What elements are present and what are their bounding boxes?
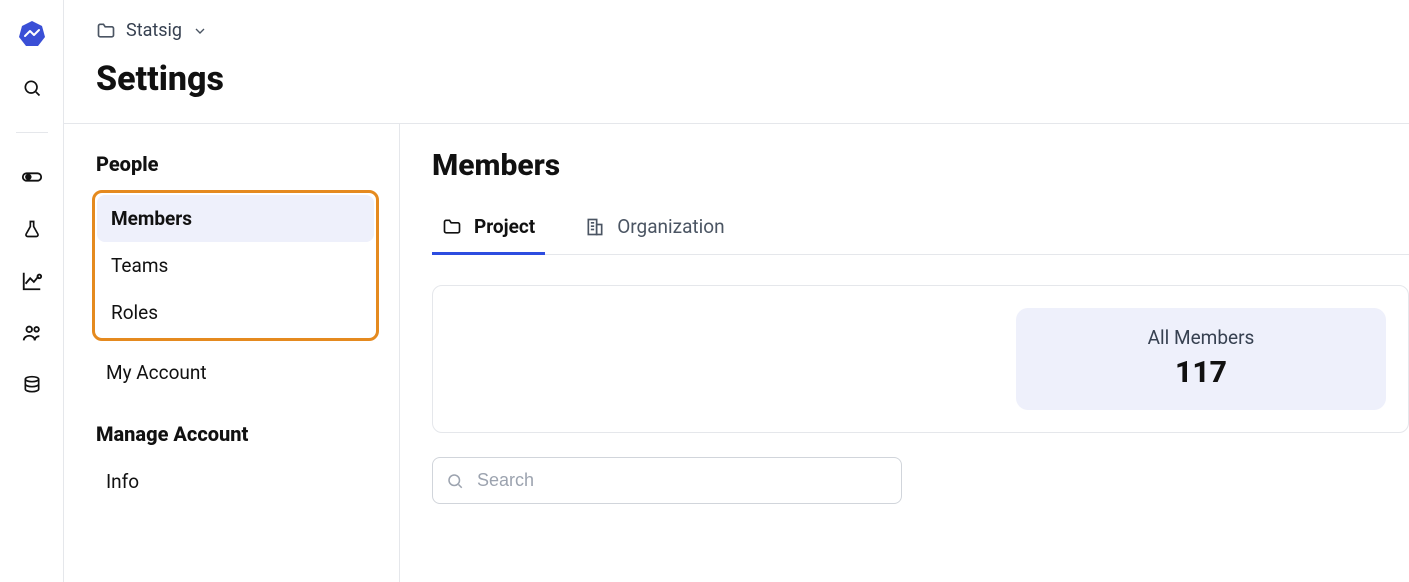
flask-icon[interactable] <box>20 217 44 241</box>
toggle-icon[interactable] <box>20 165 44 189</box>
tabs: Project Organization <box>432 207 1409 255</box>
breadcrumb[interactable]: Statsig <box>96 20 1377 41</box>
highlight-box: Members Teams Roles <box>92 190 379 341</box>
search-icon[interactable] <box>20 76 44 100</box>
page-title: Settings <box>96 59 1377 99</box>
building-icon <box>585 217 605 237</box>
database-icon[interactable] <box>20 373 44 397</box>
main-panel: Members Project Organization <box>400 124 1409 582</box>
tab-label: Organization <box>617 215 724 238</box>
tab-label: Project <box>474 215 535 238</box>
main-title: Members <box>432 148 1409 183</box>
chart-icon[interactable] <box>20 269 44 293</box>
rail-divider <box>16 132 48 133</box>
folder-icon <box>442 217 462 237</box>
sidebar-item-teams[interactable]: Teams <box>97 242 374 289</box>
folder-icon <box>96 21 116 41</box>
chevron-down-icon <box>192 23 208 39</box>
sidebar-section-manage-account: Manage Account <box>96 422 379 446</box>
settings-sidebar: People Members Teams Roles My Account Ma… <box>64 124 400 582</box>
logo-icon[interactable] <box>18 20 46 48</box>
search-input[interactable] <box>432 457 902 504</box>
sidebar-item-label: Teams <box>111 254 168 277</box>
summary-label: All Members <box>1016 326 1386 349</box>
users-icon[interactable] <box>20 321 44 345</box>
sidebar-item-members[interactable]: Members <box>97 195 374 242</box>
sidebar-item-label: My Account <box>106 361 207 384</box>
sidebar-item-label: Info <box>106 470 139 493</box>
search-icon <box>446 472 464 490</box>
sidebar-item-roles[interactable]: Roles <box>97 289 374 336</box>
sidebar-item-info[interactable]: Info <box>92 460 379 503</box>
sidebar-section-people: People <box>96 152 379 176</box>
sidebar-item-label: Members <box>111 207 192 230</box>
summary-box[interactable]: All Members 117 <box>1016 308 1386 410</box>
page-header: Statsig Settings <box>64 0 1409 124</box>
tab-organization[interactable]: Organization <box>585 207 724 255</box>
icon-rail <box>0 0 64 582</box>
tab-project[interactable]: Project <box>432 207 545 255</box>
breadcrumb-label: Statsig <box>126 20 182 41</box>
summary-card: All Members 117 <box>432 285 1409 433</box>
sidebar-item-label: Roles <box>111 301 158 324</box>
summary-count: 117 <box>1016 355 1386 390</box>
sidebar-item-my-account[interactable]: My Account <box>92 351 379 394</box>
search-wrap <box>432 457 902 504</box>
